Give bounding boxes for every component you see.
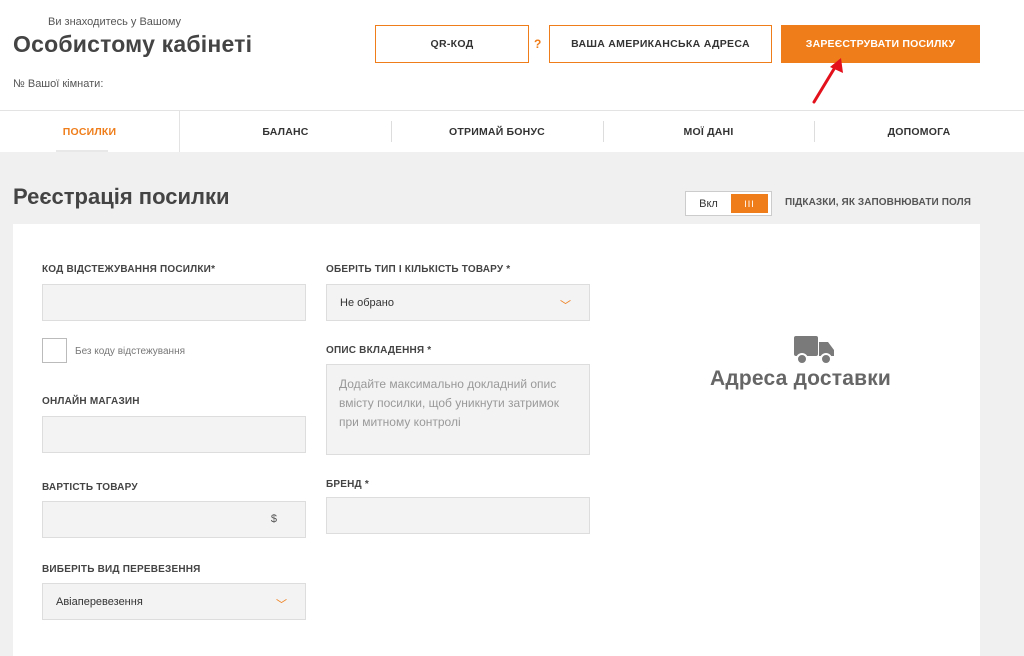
- hints-text: ПІДКАЗКИ, ЯК ЗАПОВНЮВАТИ ПОЛЯ: [785, 197, 972, 208]
- header-subtitle: Ви знаходитесь у Вашому: [48, 16, 182, 28]
- chevron-down-icon: ﹀: [560, 300, 571, 312]
- header: Ви знаходитесь у Вашому Особистому кабін…: [0, 0, 1024, 111]
- tab-help[interactable]: ДОПОМОГА: [814, 111, 1024, 152]
- tab-get-bonus[interactable]: ОТРИМАЙ БОНУС: [391, 111, 603, 152]
- tab-my-data[interactable]: МОЇ ДАНІ: [603, 111, 814, 152]
- toggle-label: Вкл: [699, 197, 718, 210]
- help-question-icon[interactable]: ?: [534, 37, 541, 51]
- no-tracking-checkbox[interactable]: [42, 338, 67, 363]
- tab-balance[interactable]: БАЛАНС: [180, 111, 391, 152]
- red-arrow-icon: [812, 58, 843, 104]
- page-title: Реєстрація посилки: [13, 184, 230, 209]
- american-address-button[interactable]: ВАША АМЕРИКАНСЬКА АДРЕСА: [549, 25, 772, 63]
- truck-icon: [794, 336, 834, 365]
- room-number-label: № Вашої кімнати:: [13, 78, 104, 90]
- goods-type-value: Не обрано: [340, 296, 394, 309]
- tab-parcels[interactable]: ПОСИЛКИ: [0, 111, 180, 152]
- tracking-code-input[interactable]: [42, 284, 306, 321]
- brand-input[interactable]: [326, 497, 590, 534]
- description-label: ОПИС ВКЛАДЕННЯ *: [326, 345, 432, 356]
- toggle-knob[interactable]: III: [731, 194, 768, 213]
- goods-type-label: ОБЕРІТЬ ТИП І КІЛЬКІСТЬ ТОВАРУ *: [326, 264, 511, 275]
- brand-label: БРЕНД *: [326, 479, 369, 490]
- no-tracking-label: Без коду відстежування: [75, 346, 186, 357]
- transport-type-value: Авіаперевезення: [56, 595, 143, 608]
- transport-type-label: ВИБЕРІТЬ ВИД ПЕРЕВЕЗЕННЯ: [42, 564, 201, 575]
- online-shop-label: ОНЛАЙН МАГАЗИН: [42, 396, 140, 407]
- goods-type-select[interactable]: Не обрано ﹀: [326, 284, 590, 321]
- chevron-down-icon: ﹀: [276, 599, 287, 611]
- hints-toggle[interactable]: Вкл III: [685, 191, 772, 216]
- header-title: Особистому кабінеті: [13, 31, 253, 57]
- tracking-code-label: КОД ВІДСТЕЖУВАННЯ ПОСИЛКИ*: [42, 264, 216, 275]
- online-shop-input[interactable]: [42, 416, 306, 453]
- currency-symbol: $: [270, 513, 277, 525]
- description-textarea[interactable]: Додайте максимально докладний опис вміст…: [326, 364, 590, 455]
- registration-form-card: КОД ВІДСТЕЖУВАННЯ ПОСИЛКИ* Без коду відс…: [13, 224, 980, 656]
- main-content: Реєстрація посилки Вкл III ПІДКАЗКИ, ЯК …: [0, 152, 1024, 656]
- price-input[interactable]: $: [42, 501, 306, 538]
- main-nav: ПОСИЛКИ БАЛАНС ОТРИМАЙ БОНУС МОЇ ДАНІ ДО…: [0, 111, 1024, 152]
- delivery-address-title: Адреса доставки: [710, 367, 892, 390]
- transport-type-select[interactable]: Авіаперевезення ﹀: [42, 583, 306, 620]
- price-label: ВАРТІСТЬ ТОВАРУ: [42, 482, 138, 493]
- qr-code-button[interactable]: QR-КОД: [375, 25, 529, 63]
